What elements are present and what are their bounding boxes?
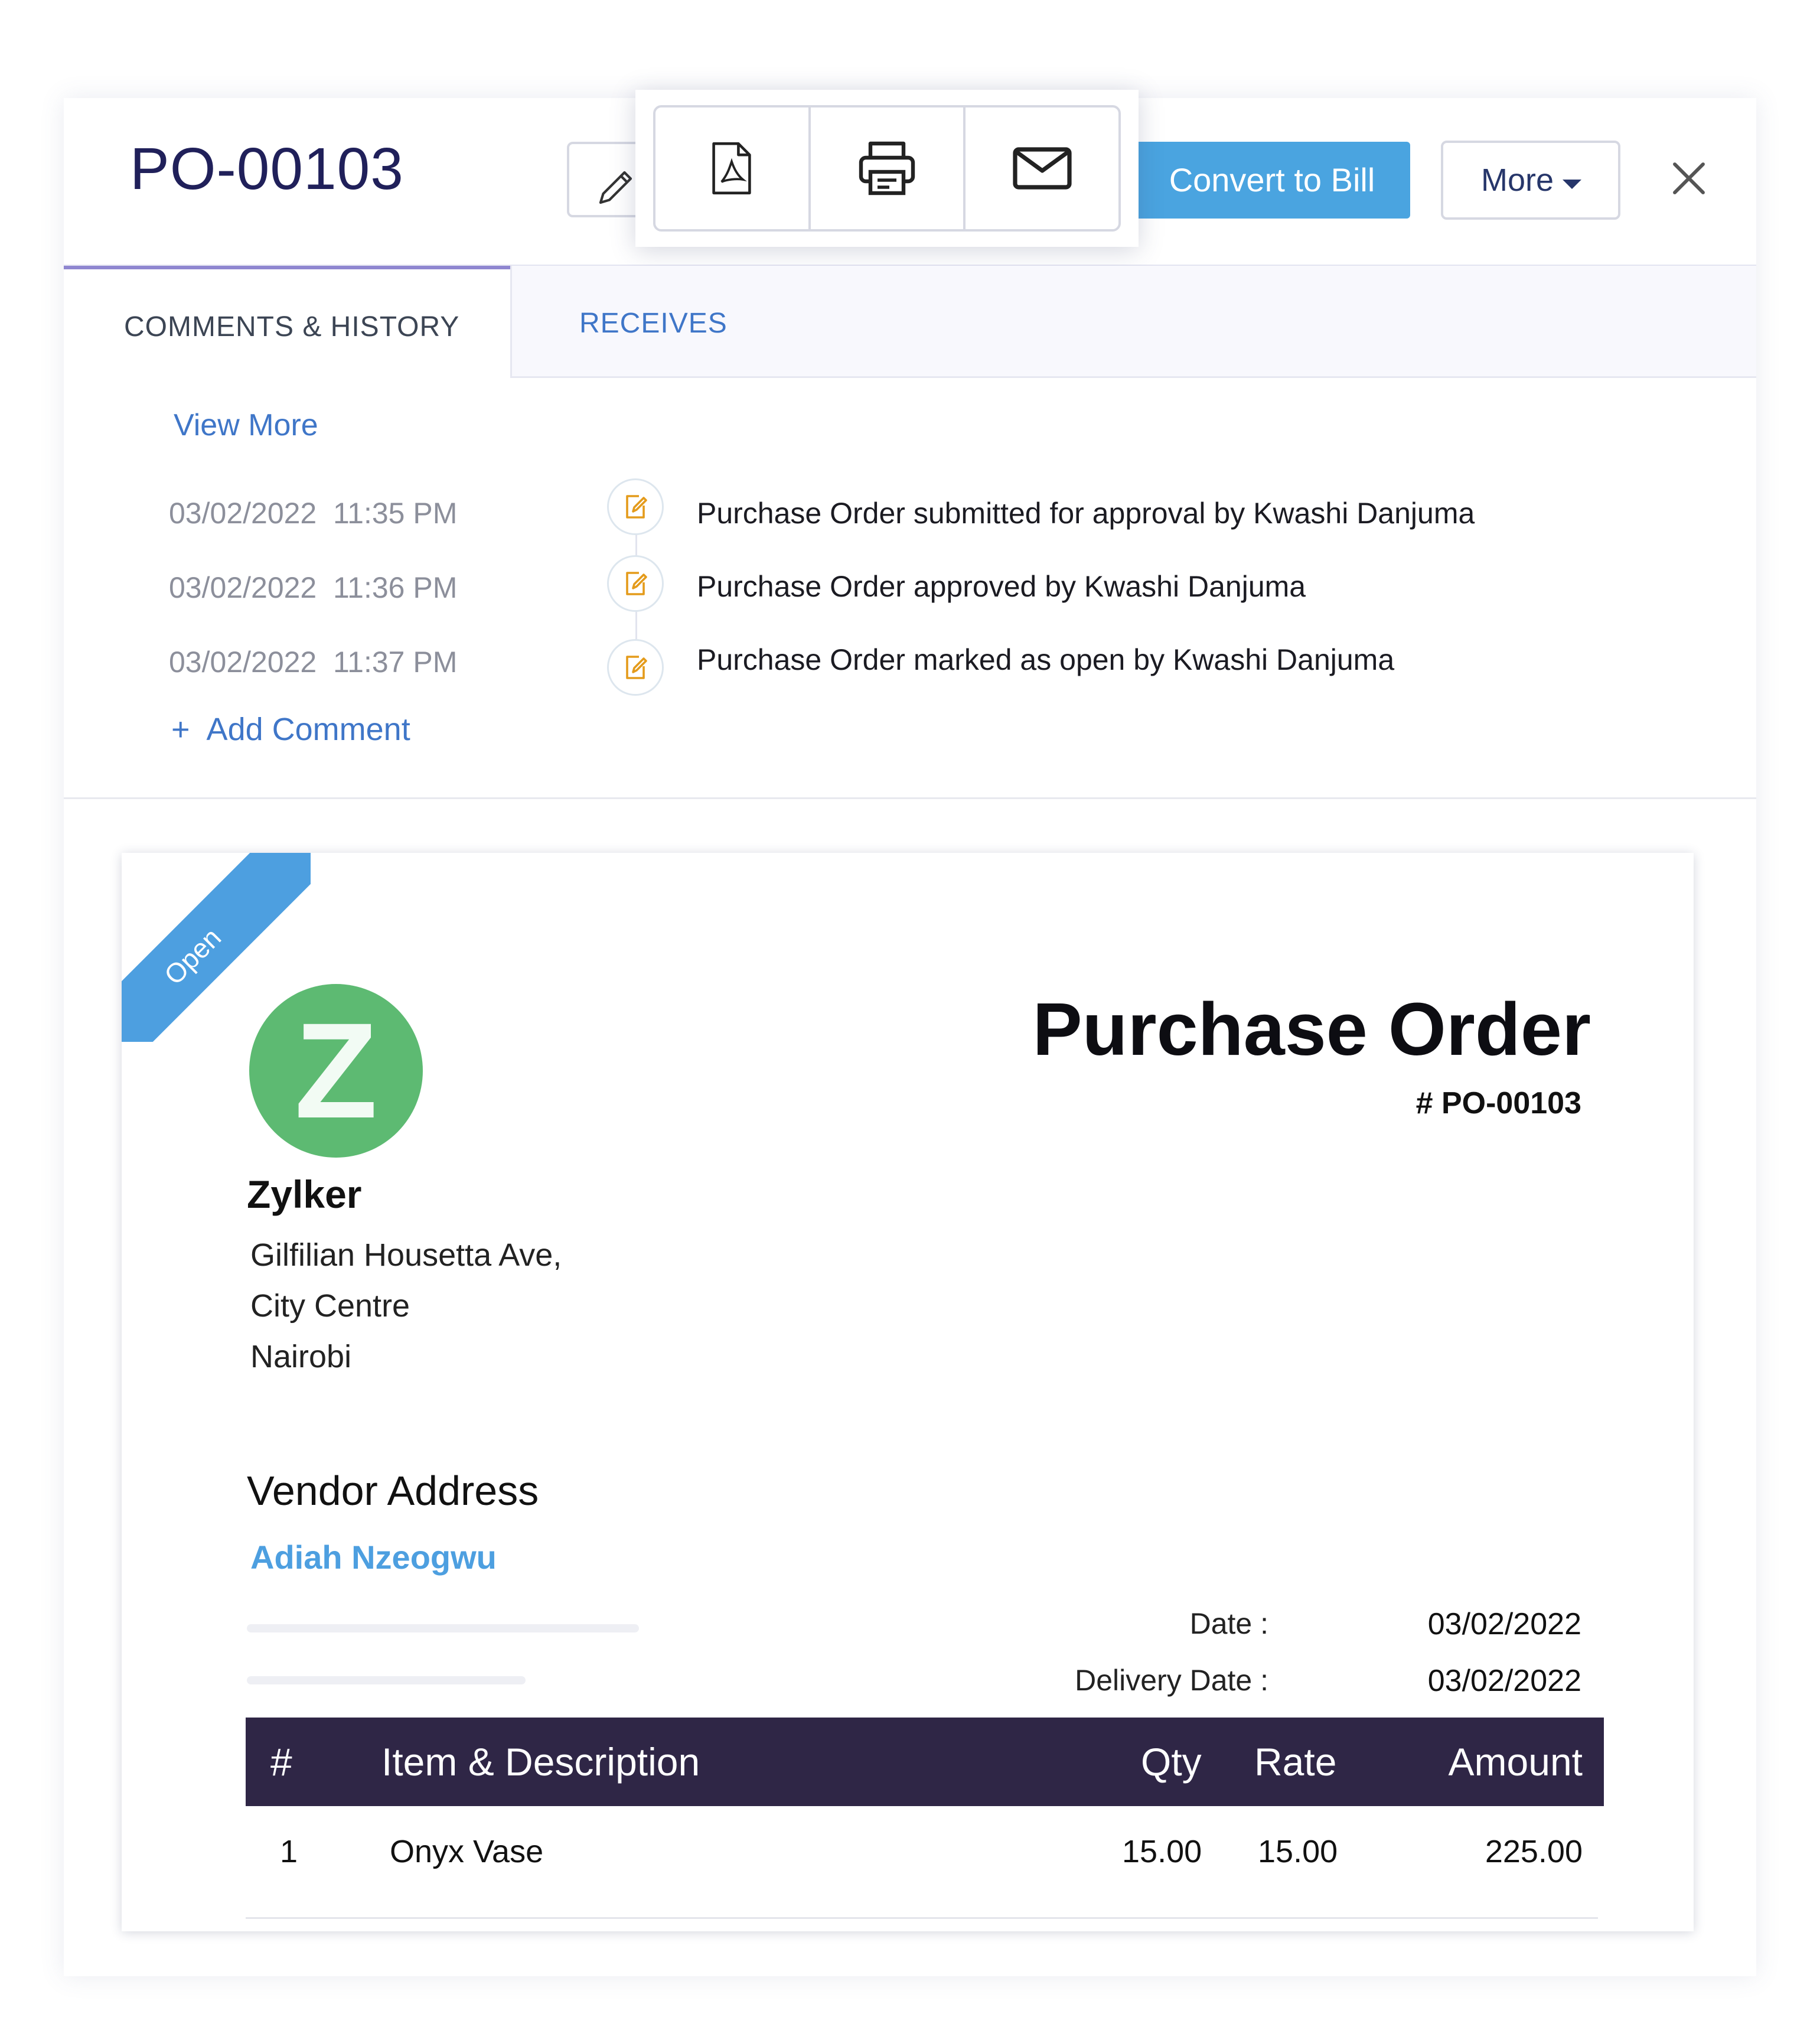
page-title: PO-00103 (130, 136, 404, 202)
history-date: 03/02/2022 (169, 646, 317, 679)
add-comment-label: Add Comment (206, 712, 410, 747)
pencil-icon (599, 171, 632, 204)
column-header-amount: Amount (1448, 1740, 1583, 1784)
history-entry-text: Purchase Order approved by Kwashi Danjum… (697, 570, 1306, 603)
history-entry-icon (607, 478, 664, 535)
history-entry-icon (607, 555, 664, 612)
tab-receives[interactable]: RECEIVES (510, 266, 1756, 378)
delivery-date-value: 03/02/2022 (1427, 1664, 1581, 1698)
logo-letter: Z (294, 995, 378, 1146)
company-name: Zylker (247, 1172, 362, 1216)
document-title: Purchase Order (1032, 988, 1591, 1071)
history-date: 03/02/2022 (169, 497, 317, 530)
edit-note-icon (626, 495, 647, 519)
delivery-date-label: Delivery Date : (1075, 1664, 1268, 1697)
row-index: 1 (280, 1834, 298, 1869)
vendor-address-heading: Vendor Address (247, 1468, 539, 1514)
company-address-line: City Centre (250, 1288, 410, 1324)
row-divider (246, 1917, 1598, 1919)
row-qty: 15.00 (1122, 1834, 1202, 1869)
column-header-item: Item & Description (381, 1740, 700, 1784)
column-header-qty: Qty (1141, 1740, 1202, 1784)
row-amount: 225.00 (1485, 1834, 1583, 1869)
address-placeholder (247, 1624, 639, 1632)
history-time: 11:37 PM (333, 646, 458, 679)
add-comment-link[interactable]: + Add Comment (171, 711, 410, 748)
share-toolbar (653, 105, 1121, 232)
history-time: 11:35 PM (333, 497, 458, 530)
section-divider (64, 797, 1756, 799)
document-number: # PO-00103 (1415, 1086, 1581, 1120)
more-button[interactable]: More (1441, 141, 1620, 220)
row-rate: 15.00 (1258, 1834, 1338, 1869)
company-address-line: Gilfilian Housetta Ave, (250, 1237, 562, 1273)
column-header-index: # (270, 1740, 292, 1784)
chevron-down-icon (1563, 180, 1581, 189)
share-toolbar-popup (635, 90, 1139, 247)
mail-icon (1013, 147, 1072, 190)
printer-icon (859, 141, 915, 195)
email-button[interactable] (966, 107, 1118, 229)
table-row: 1 Onyx Vase 15.00 15.00 225.00 (246, 1807, 1604, 1896)
tab-receives-label: RECEIVES (579, 308, 728, 339)
date-label: Date : (1189, 1607, 1268, 1640)
history-timestamp: 03/02/2022 11:37 PM (169, 645, 457, 679)
pdf-button[interactable] (655, 107, 811, 229)
tab-comments-history[interactable]: COMMENTS & HISTORY (64, 266, 510, 378)
edit-note-icon (626, 656, 647, 679)
company-address-line: Nairobi (250, 1339, 352, 1374)
more-button-label: More (1481, 162, 1554, 198)
history-entry-icon (607, 639, 664, 696)
view-more-link[interactable]: View More (174, 408, 318, 443)
edit-note-icon (626, 572, 647, 595)
history-timestamp: 03/02/2022 11:36 PM (169, 571, 457, 605)
address-placeholder (247, 1676, 526, 1684)
history-timestamp: 03/02/2022 11:35 PM (169, 496, 457, 530)
pdf-icon (712, 142, 752, 195)
company-logo: Z (249, 984, 423, 1158)
purchase-order-document: Open Z Zylker Gilfilian Housetta Ave, Ci… (122, 853, 1694, 1931)
date-value: 03/02/2022 (1427, 1607, 1581, 1641)
plus-icon: + (171, 712, 190, 747)
items-table-header: # Item & Description Qty Rate Amount (246, 1718, 1604, 1806)
close-icon[interactable] (1670, 159, 1708, 197)
column-header-rate: Rate (1254, 1740, 1337, 1784)
history-date: 03/02/2022 (169, 571, 317, 604)
row-item: Onyx Vase (390, 1834, 544, 1869)
tab-comments-history-label: COMMENTS & HISTORY (124, 311, 460, 343)
history-entry-text: Purchase Order submitted for approval by… (697, 497, 1475, 530)
history-time: 11:36 PM (333, 571, 458, 604)
convert-to-bill-button[interactable]: Convert to Bill (1134, 142, 1410, 219)
vendor-name-link[interactable]: Adiah Nzeogwu (250, 1538, 497, 1576)
print-button[interactable] (811, 107, 966, 229)
history-entry-text: Purchase Order marked as open by Kwashi … (697, 643, 1395, 676)
